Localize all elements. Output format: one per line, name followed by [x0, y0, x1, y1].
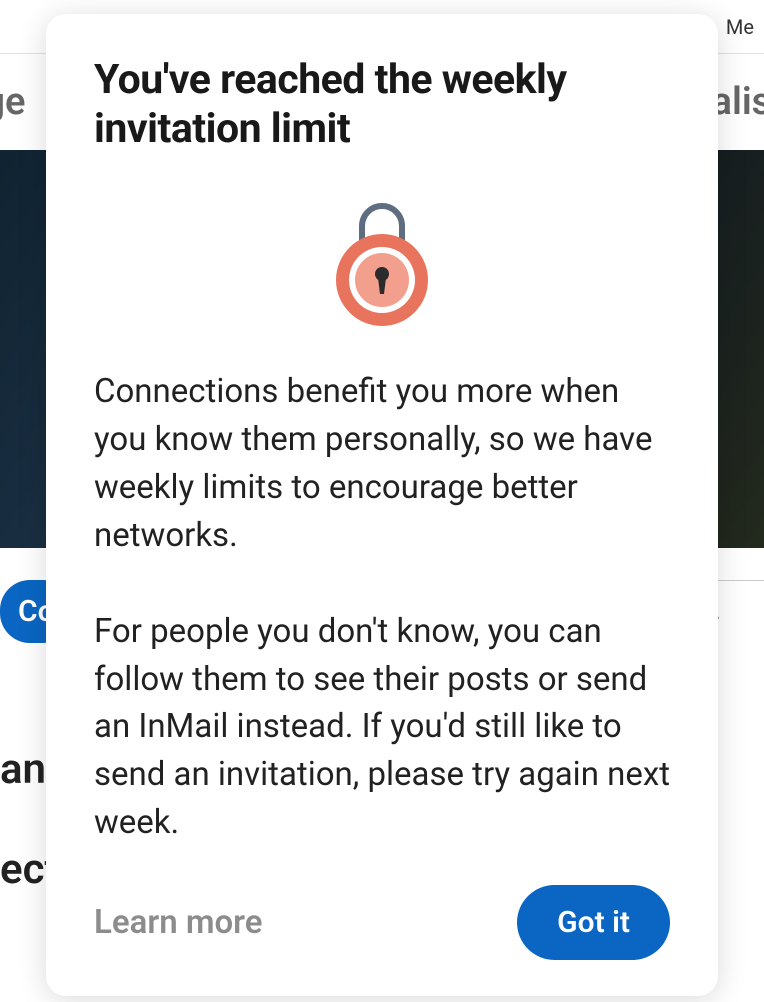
modal-body: Connections benefit you more when you kn… — [94, 368, 670, 847]
modal-paragraph-2: For people you don't know, you can follo… — [94, 608, 670, 847]
modal-title: You've reached the weekly invitation lim… — [94, 56, 670, 154]
modal-paragraph-1: Connections benefit you more when you kn… — [94, 368, 670, 559]
invitation-limit-modal: You've reached the weekly invitation lim… — [46, 14, 718, 996]
got-it-button[interactable]: Got it — [517, 885, 670, 960]
modal-overlay: You've reached the weekly invitation lim… — [0, 0, 764, 1002]
learn-more-button[interactable]: Learn more — [94, 903, 263, 942]
modal-actions: Learn more Got it — [94, 885, 670, 960]
lock-illustration-container — [94, 196, 670, 326]
lock-icon — [327, 196, 437, 326]
